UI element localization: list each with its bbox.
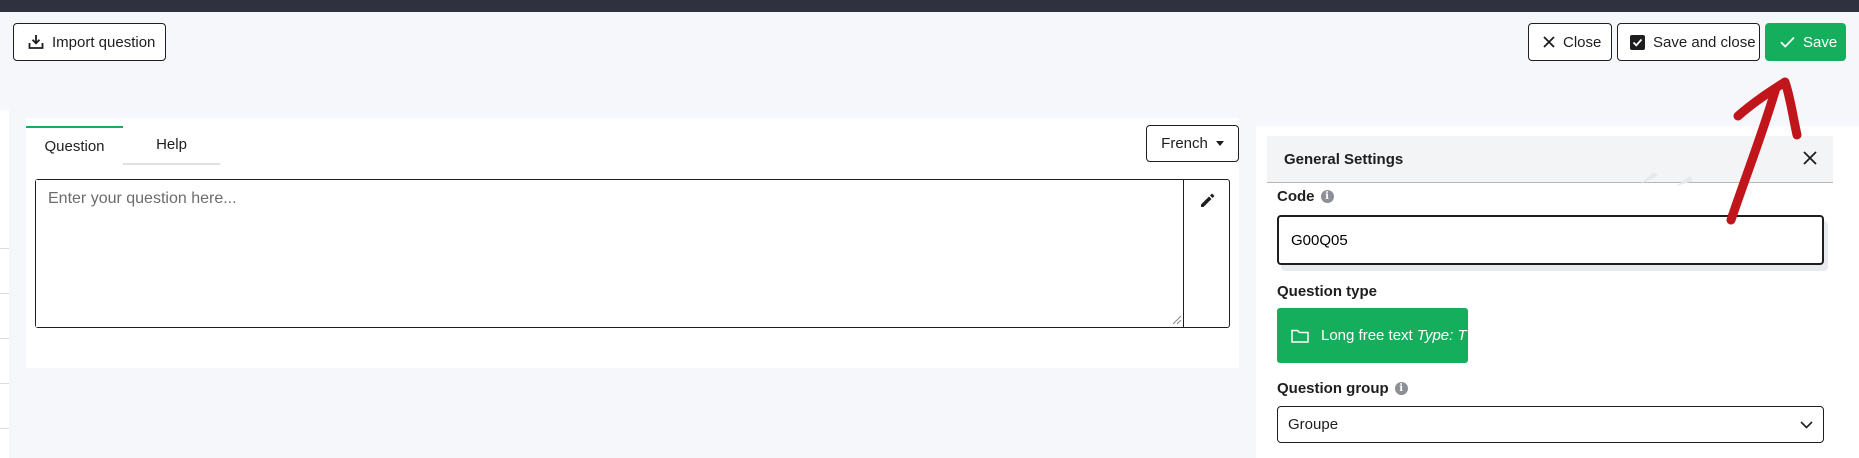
close-icon: [1543, 36, 1555, 48]
question-group-label: Question group i: [1277, 380, 1408, 397]
question-type-code: Type: T: [1416, 327, 1467, 344]
save-and-close-label: Save and close: [1653, 33, 1756, 51]
tab-help-label: Help: [156, 136, 187, 153]
import-icon: [28, 35, 44, 49]
tab-question-label: Question: [44, 137, 105, 155]
settings-close-button[interactable]: [1796, 144, 1824, 172]
info-icon[interactable]: i: [1320, 190, 1334, 203]
tab-help[interactable]: Help: [123, 126, 220, 164]
question-type-label: Question type: [1277, 283, 1378, 300]
tab-underline: [123, 163, 220, 165]
caret-down-icon: [1215, 141, 1224, 146]
code-input[interactable]: [1277, 215, 1824, 265]
import-question-label: Import question: [52, 33, 156, 51]
close-icon: [1803, 151, 1817, 165]
close-button[interactable]: Close: [1528, 23, 1612, 61]
info-icon[interactable]: i: [1394, 382, 1408, 395]
save-and-close-button[interactable]: Save and close: [1617, 23, 1760, 61]
language-dropdown[interactable]: French: [1146, 125, 1239, 162]
save-button[interactable]: Save: [1765, 23, 1846, 61]
pencil-icon: [1201, 193, 1215, 207]
question-type-button[interactable]: Long free text Type: T: [1277, 308, 1468, 363]
question-text-box: [35, 179, 1230, 328]
close-label: Close: [1563, 33, 1602, 51]
question-group-select[interactable]: Groupe: [1277, 406, 1824, 443]
top-bar: [0, 0, 1859, 12]
import-question-button[interactable]: Import question: [13, 23, 166, 61]
edit-source-button[interactable]: [1185, 180, 1230, 220]
left-sidebar-edge: [0, 110, 9, 458]
save-label: Save: [1803, 33, 1838, 51]
general-settings-panel: General Settings Code i Question type Lo…: [1256, 126, 1859, 458]
code-label: Code i: [1277, 188, 1334, 205]
resize-handle-icon[interactable]: [1171, 314, 1182, 325]
question-text-input[interactable]: [36, 180, 1184, 327]
question-group-value: Groupe: [1288, 416, 1339, 433]
tab-question[interactable]: Question: [26, 126, 123, 164]
question-editor-panel: Question Help French: [26, 118, 1239, 368]
folder-icon: [1291, 329, 1309, 343]
check-icon: [1780, 36, 1795, 48]
language-label: French: [1161, 135, 1208, 152]
question-type-name: Long free text: [1321, 327, 1413, 344]
general-settings-header[interactable]: General Settings: [1267, 136, 1833, 183]
general-settings-title: General Settings: [1284, 150, 1404, 168]
checkbox-icon: [1630, 34, 1645, 50]
chevron-down-icon: [1800, 420, 1813, 429]
